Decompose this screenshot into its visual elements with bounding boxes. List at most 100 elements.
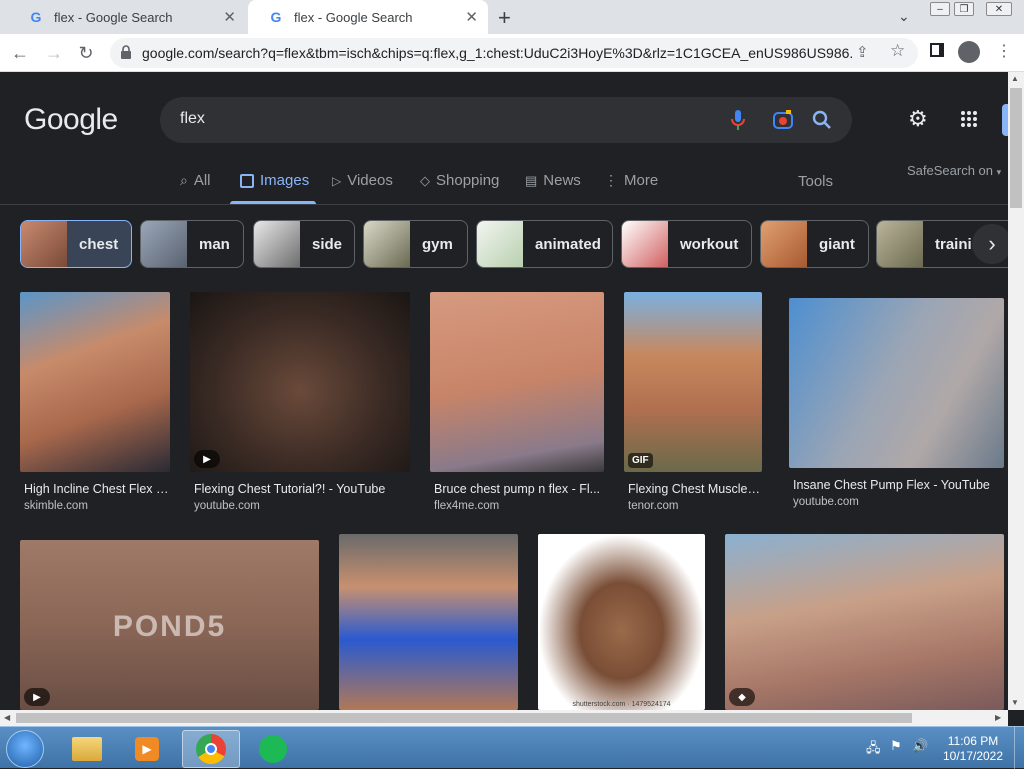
tools-button[interactable]: Tools [798, 173, 833, 190]
google-lens-icon[interactable] [772, 110, 794, 130]
google-apps-icon[interactable] [960, 110, 978, 128]
lock-icon[interactable] [120, 45, 132, 59]
vertical-scroll-thumb[interactable] [1010, 88, 1022, 208]
image-icon [240, 173, 254, 188]
image-result[interactable]: GIF Flexing Chest Muscles ... tenor.com [624, 292, 762, 512]
chip-giant[interactable]: giant [760, 220, 869, 268]
result-thumbnail[interactable]: GIF [624, 292, 762, 472]
chrome-menu-icon[interactable]: ⋮ [996, 41, 1012, 61]
google-images-page: Google flex ⚙ ⌕ All Images ▷ Videos ◇ Sh… [0, 72, 1008, 710]
reload-icon[interactable]: ↻ [74, 41, 98, 65]
tab-videos[interactable]: ▷ Videos [332, 172, 393, 189]
volume-icon[interactable]: 🔊 [912, 738, 928, 754]
scroll-up-arrow-icon[interactable]: ▲ [1011, 74, 1019, 83]
scroll-down-arrow-icon[interactable]: ▼ [1011, 698, 1019, 707]
search-icon: ⌕ [180, 172, 188, 188]
tab-all[interactable]: ⌕ All [180, 172, 211, 189]
search-icon[interactable] [812, 110, 832, 130]
tab-news[interactable]: ▤ News [525, 172, 581, 189]
image-result[interactable]: POND5 ▶ [20, 540, 319, 710]
media-player-icon[interactable]: ▶ [120, 730, 174, 768]
spotify-icon[interactable] [246, 730, 300, 768]
result-source[interactable]: skimble.com [20, 500, 170, 512]
browser-tab[interactable]: G flex - Google Search ✕ [8, 0, 246, 34]
scroll-right-arrow-icon[interactable]: ▶ [995, 713, 1001, 722]
chips-next-arrow-icon[interactable]: › [972, 224, 1008, 264]
search-input[interactable]: flex [180, 110, 205, 128]
close-window-icon[interactable]: ✕ [986, 2, 1012, 16]
safesearch-toggle[interactable]: SafeSearch on ▾ [907, 163, 1001, 178]
chip-side[interactable]: side [253, 220, 355, 268]
share-icon[interactable]: ⇪ [856, 43, 869, 61]
bookmark-star-icon[interactable]: ☆ [890, 41, 905, 61]
tab-shopping[interactable]: ◇ Shopping [420, 172, 499, 189]
tab-more[interactable]: ⋮ More [604, 172, 658, 189]
url-text[interactable]: google.com/search?q=flex&tbm=isch&chips=… [142, 45, 852, 61]
settings-gear-icon[interactable]: ⚙ [908, 106, 928, 132]
chrome-taskbar-icon[interactable] [182, 730, 240, 768]
system-clock[interactable]: 11:06 PM 10/17/2022 [938, 734, 1008, 764]
caret-down-icon: ▾ [996, 167, 1002, 177]
chip-label: workout [680, 235, 739, 253]
image-result[interactable]: ◆ [725, 534, 1004, 710]
tab-label: News [543, 172, 581, 189]
new-tab-icon[interactable]: + [498, 5, 511, 31]
restore-window-icon[interactable]: ❐ [954, 2, 974, 16]
google-favicon-icon: G [30, 9, 42, 25]
google-logo[interactable]: Google [24, 103, 118, 137]
minimize-window-icon[interactable]: – [930, 2, 950, 16]
result-thumbnail[interactable]: POND5 ▶ [20, 540, 319, 710]
side-panel-icon[interactable] [930, 43, 944, 57]
result-title[interactable]: Insane Chest Pump Flex - YouTube [789, 478, 1004, 492]
play-icon: ▶ [194, 450, 220, 468]
network-icon[interactable]: 🖧 [866, 739, 881, 761]
address-bar[interactable]: google.com/search?q=flex&tbm=isch&chips=… [110, 38, 918, 68]
result-thumbnail[interactable]: ◆ [725, 534, 1004, 710]
close-tab-icon[interactable]: ✕ [223, 8, 236, 26]
image-result[interactable]: shutterstock.com · 1479524174 [538, 534, 705, 710]
tab-search-chevron-icon[interactable]: ⌄ [898, 8, 910, 25]
result-thumbnail[interactable] [430, 292, 604, 472]
result-title[interactable]: High Incline Chest Flex -... [20, 482, 170, 496]
chip-workout[interactable]: workout [621, 220, 752, 268]
result-source[interactable]: flex4me.com [430, 500, 604, 512]
image-result[interactable]: Insane Chest Pump Flex - YouTube youtube… [789, 298, 1004, 508]
image-result[interactable]: High Incline Chest Flex -... skimble.com [20, 292, 170, 512]
file-explorer-icon[interactable] [60, 730, 114, 768]
result-thumbnail[interactable]: shutterstock.com · 1479524174 [538, 534, 705, 710]
result-thumbnail[interactable] [20, 292, 170, 472]
result-source[interactable]: tenor.com [624, 500, 762, 512]
chip-chest[interactable]: chest [20, 220, 132, 268]
chip-label: chest [79, 235, 119, 253]
action-center-flag-icon[interactable]: ⚑ [890, 738, 902, 754]
result-source[interactable]: youtube.com [190, 500, 410, 512]
result-source[interactable]: youtube.com [789, 496, 1004, 508]
scroll-left-arrow-icon[interactable]: ◀ [4, 713, 10, 722]
search-box[interactable]: flex [160, 97, 852, 143]
back-arrow-icon[interactable]: ← [8, 41, 32, 65]
result-title[interactable]: Bruce chest pump n flex - Fl... [430, 482, 604, 496]
image-result[interactable]: Bruce chest pump n flex - Fl... flex4me.… [430, 292, 604, 512]
forward-arrow-icon[interactable]: → [42, 41, 66, 65]
browser-tab-active[interactable]: G flex - Google Search ✕ [248, 0, 488, 34]
image-result[interactable] [339, 534, 518, 710]
result-thumbnail[interactable]: ▶ [190, 292, 410, 472]
tab-label: Images [260, 172, 310, 189]
chip-thumbnail [622, 221, 668, 267]
more-vert-icon: ⋮ [604, 172, 618, 188]
horizontal-scroll-thumb[interactable] [16, 713, 912, 723]
result-title[interactable]: Flexing Chest Tutorial?! - YouTube [190, 482, 410, 496]
tab-images[interactable]: Images [240, 172, 309, 189]
profile-avatar-icon[interactable] [958, 41, 980, 63]
result-thumbnail[interactable] [339, 534, 518, 710]
result-thumbnail[interactable] [789, 298, 1004, 468]
microphone-icon[interactable] [730, 109, 746, 131]
chip-gym[interactable]: gym [363, 220, 468, 268]
show-desktop-button[interactable] [1014, 727, 1024, 769]
close-tab-icon[interactable]: ✕ [465, 8, 478, 26]
chip-animated[interactable]: animated [476, 220, 613, 268]
start-button-icon[interactable] [6, 730, 44, 768]
chip-man[interactable]: man [140, 220, 244, 268]
image-result[interactable]: ▶ Flexing Chest Tutorial?! - YouTube you… [190, 292, 410, 512]
result-title[interactable]: Flexing Chest Muscles ... [624, 482, 762, 496]
